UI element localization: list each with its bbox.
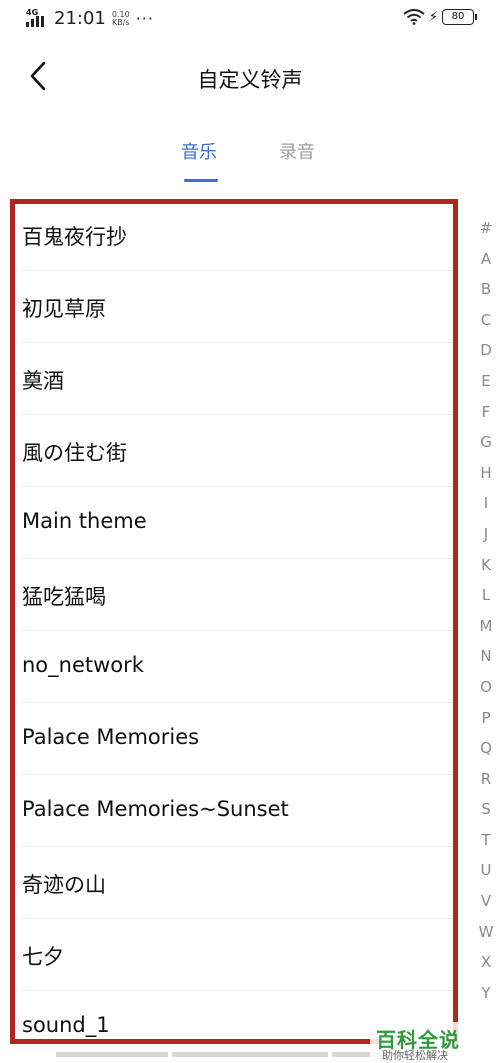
wifi-icon xyxy=(403,9,425,25)
index-letter[interactable]: X xyxy=(474,947,498,978)
battery-icon: 80 xyxy=(442,9,477,25)
cell-signal-icon: 4G xyxy=(26,8,48,29)
index-letter[interactable]: C xyxy=(474,305,498,336)
network-speed: 0.10 KB/s xyxy=(111,10,130,27)
tab-recordings[interactable]: 录音 xyxy=(279,138,315,164)
highlight-frame xyxy=(10,199,458,1039)
watermark-logo: 百科全说 助你轻松解决 xyxy=(370,1022,500,1062)
speed-unit: KB/s xyxy=(111,17,130,27)
index-letter[interactable]: G xyxy=(474,427,498,458)
index-letter[interactable]: R xyxy=(474,764,498,795)
index-letter[interactable]: D xyxy=(474,335,498,366)
index-letter[interactable]: N xyxy=(474,641,498,672)
index-letter[interactable]: U xyxy=(474,855,498,886)
highlight-frame-bottom xyxy=(10,1039,380,1044)
index-letter[interactable]: M xyxy=(474,611,498,642)
status-left: 4G 21:01 0.10 KB/s ··· xyxy=(26,8,154,29)
index-letter[interactable]: S xyxy=(474,794,498,825)
index-letter[interactable]: P xyxy=(474,703,498,734)
index-letter[interactable]: # xyxy=(474,213,498,244)
charging-icon: ⚡ xyxy=(428,9,438,25)
index-letter[interactable]: F xyxy=(474,397,498,428)
index-letter[interactable]: Q xyxy=(474,733,498,764)
index-letter[interactable]: B xyxy=(474,274,498,305)
index-letter[interactable]: T xyxy=(474,825,498,856)
alphabet-index[interactable]: # A B C D E F G H I J K L M N O P Q R S … xyxy=(474,213,498,1008)
index-letter[interactable]: A xyxy=(474,244,498,275)
more-notifications-icon: ··· xyxy=(135,9,154,28)
index-letter[interactable]: W xyxy=(474,917,498,948)
index-letter[interactable]: V xyxy=(474,886,498,917)
status-bar: 4G 21:01 0.10 KB/s ··· ⚡ 80 xyxy=(0,0,500,40)
watermark-subtitle: 助你轻松解决 xyxy=(382,1049,448,1062)
clock: 21:01 xyxy=(54,8,106,29)
index-letter[interactable]: I xyxy=(474,488,498,519)
index-letter[interactable]: O xyxy=(474,672,498,703)
index-letter[interactable]: H xyxy=(474,458,498,489)
index-letter[interactable]: K xyxy=(474,550,498,581)
tab-bar: 音乐 录音 xyxy=(0,128,500,188)
index-letter[interactable]: L xyxy=(474,580,498,611)
app-header: 自定义铃声 xyxy=(0,44,500,108)
page-title: 自定义铃声 xyxy=(197,68,303,92)
status-right: ⚡ 80 xyxy=(403,9,477,25)
index-letter[interactable]: E xyxy=(474,366,498,397)
tab-music[interactable]: 音乐 xyxy=(181,138,217,164)
index-letter[interactable]: Y xyxy=(474,978,498,1009)
index-letter[interactable]: J xyxy=(474,519,498,550)
active-tab-indicator xyxy=(184,179,218,182)
